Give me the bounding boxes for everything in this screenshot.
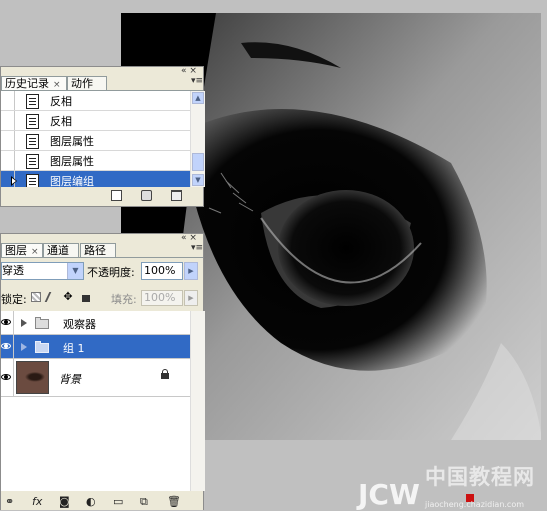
new-layer-icon[interactable]: ⧉ (140, 495, 148, 509)
layers-titlebar[interactable]: « × (1, 233, 203, 243)
history-scrollbar[interactable]: ▲ ▼ (190, 91, 205, 187)
tab-channels-label: 通道 (47, 244, 69, 257)
history-source-cell[interactable] (1, 131, 15, 150)
visibility-toggle[interactable] (1, 311, 14, 334)
watermark-url: jiaocheng.chazidian.com (425, 500, 525, 509)
opacity-input[interactable]: 100% (141, 262, 183, 280)
layer-row-group-selected[interactable]: 组 1 (1, 335, 190, 359)
opacity-value: 100% (144, 264, 176, 277)
tab-paths-label: 路径 (84, 244, 106, 257)
visibility-toggle[interactable] (1, 359, 14, 396)
layer-thumbnail (16, 361, 49, 394)
lock-all-icon[interactable] (82, 295, 90, 302)
layer-row-background[interactable]: 背景 (1, 359, 190, 397)
history-state-item[interactable]: 图层属性 (1, 151, 190, 171)
history-source-cell[interactable] (1, 111, 15, 130)
layers-tab-strip: 图层 × 通道 路径 ▾≡ (1, 243, 203, 258)
history-list: 反相 反相 图层属性 图层属性 图层编组 (1, 91, 190, 187)
history-titlebar[interactable]: « × (1, 66, 203, 76)
lock-label: 锁定: (1, 293, 27, 306)
expand-triangle-icon[interactable] (21, 319, 27, 327)
tab-channels[interactable]: 通道 (43, 243, 79, 257)
tab-layers[interactable]: 图层 × (1, 243, 43, 257)
history-state-icon (26, 134, 39, 149)
history-state-label: 反相 (50, 115, 72, 128)
watermark-brand: JCW (358, 478, 420, 511)
eye-icon (1, 319, 11, 325)
scroll-thumb[interactable] (192, 153, 204, 171)
layer-name: 组 1 (63, 342, 85, 355)
history-source-cell[interactable] (1, 91, 15, 110)
history-state-item[interactable]: 反相 (1, 111, 190, 131)
history-state-icon (26, 174, 39, 187)
history-state-item-selected[interactable]: 图层编组 (1, 171, 190, 187)
history-state-label: 反相 (50, 95, 72, 108)
history-footer (1, 188, 203, 204)
scroll-up-icon[interactable]: ▲ (192, 92, 204, 104)
panel-menu-icon[interactable]: ▾≡ (191, 76, 203, 86)
chevron-down-icon[interactable]: ▼ (67, 263, 83, 279)
layer-name: 观察器 (63, 318, 96, 331)
lock-transparency-icon[interactable] (31, 292, 41, 302)
visibility-toggle[interactable] (1, 335, 14, 358)
tab-paths[interactable]: 路径 (80, 243, 116, 257)
history-state-item[interactable]: 反相 (1, 91, 190, 111)
tab-layers-label: 图层 (5, 244, 27, 257)
layer-style-fx-icon[interactable]: fx (32, 495, 42, 508)
history-tab-strip: 历史记录 × 动作 ▾≡ (1, 76, 203, 91)
snapshot-camera-icon[interactable] (141, 190, 152, 201)
history-current-state-icon (11, 176, 17, 186)
opacity-label: 不透明度: (87, 266, 135, 279)
history-state-item[interactable]: 图层属性 (1, 131, 190, 151)
panel-window-controls[interactable]: « × (181, 66, 197, 76)
panel-menu-icon[interactable]: ▾≡ (191, 243, 203, 253)
history-state-icon (26, 94, 39, 109)
layers-scrollbar[interactable] (190, 311, 205, 491)
history-source-cell[interactable] (1, 151, 15, 170)
blend-mode-select[interactable]: 穿透 ▼ (1, 262, 84, 280)
scroll-down-icon[interactable]: ▼ (192, 174, 204, 186)
tab-actions-label: 动作 (71, 77, 93, 90)
fill-slider-toggle-icon: ▶ (184, 290, 198, 306)
tab-history[interactable]: 历史记录 × (1, 76, 67, 90)
layer-name: 背景 (59, 373, 81, 386)
layer-row-group[interactable]: 观察器 (1, 311, 190, 335)
layers-list: 观察器 组 1 背景 (1, 311, 190, 491)
close-icon[interactable]: × (31, 245, 39, 259)
folder-icon (35, 341, 49, 353)
expand-triangle-icon[interactable] (21, 343, 27, 351)
history-state-label: 图层属性 (50, 155, 94, 168)
trash-icon[interactable]: 🗑 (167, 495, 181, 508)
layers-footer: ⚭ fx ◙ ◐ ▭ ⧉ 🗑 (1, 492, 203, 510)
add-mask-icon[interactable]: ◙ (59, 495, 70, 508)
tab-actions[interactable]: 动作 (67, 76, 107, 90)
close-icon[interactable]: × (53, 78, 61, 92)
layers-panel: « × 图层 × 通道 路径 ▾≡ 穿透 ▼ 不透明度: 100% ▶ 锁定: ✥… (0, 233, 205, 510)
opacity-slider-toggle-icon[interactable]: ▶ (184, 262, 198, 280)
new-group-icon[interactable]: ▭ (113, 495, 123, 508)
history-state-label: 图层编组 (50, 175, 94, 187)
history-state-label: 图层属性 (50, 135, 94, 148)
folder-icon (35, 317, 49, 329)
new-document-from-state-icon[interactable] (111, 190, 122, 201)
history-panel: « × 历史记录 × 动作 ▾≡ 反相 反相 图层属性 图层属性 图层编组 ▲ … (0, 66, 205, 207)
trash-icon[interactable] (171, 190, 182, 201)
panel-window-controls[interactable]: « × (181, 233, 197, 243)
eye-icon (1, 343, 11, 349)
eye-icon (1, 374, 11, 380)
blend-mode-value: 穿透 (2, 264, 24, 277)
link-layers-icon[interactable]: ⚭ (5, 495, 14, 508)
fill-label: 填充: (111, 293, 137, 306)
tab-history-label: 历史记录 (5, 77, 49, 90)
history-state-icon (26, 154, 39, 169)
lock-position-move-icon[interactable]: ✥ (63, 291, 73, 302)
history-state-icon (26, 114, 39, 129)
fill-input: 100% (141, 290, 183, 306)
lock-pixels-brush-icon[interactable] (44, 292, 60, 302)
watermark-chinese: 中国教程网 (425, 465, 535, 489)
lock-icon (161, 369, 169, 379)
adjustment-layer-icon[interactable]: ◐ (86, 495, 96, 508)
fill-value: 100% (144, 291, 176, 304)
